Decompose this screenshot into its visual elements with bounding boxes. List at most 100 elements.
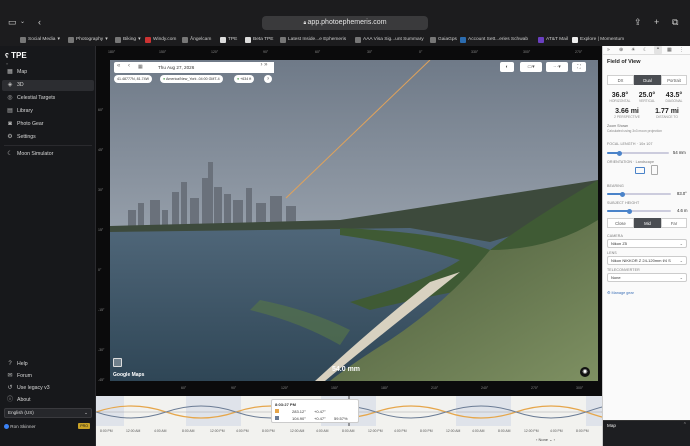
pegman-icon[interactable] [113, 358, 122, 367]
grid-options-icon[interactable]: ⋯▾ [546, 62, 568, 72]
moon-icon[interactable]: ☾ [643, 47, 647, 53]
language-select[interactable]: English (US) ⌄ [4, 408, 92, 418]
chevron-up-icon[interactable]: ⌃ [683, 422, 687, 428]
new-tab-icon[interactable]: + [654, 17, 659, 28]
scene-view[interactable]: « ‹ ▦ Thu Aug 27, 2026 › » 41.48777N, 81… [110, 60, 598, 381]
lens-select[interactable]: Nikon NIKKOR Z 24-120mm f/4 S ⌄ [607, 256, 687, 265]
sidebar-item-library[interactable]: ▤ Library [2, 106, 94, 117]
app-logo[interactable]: ʕ TPE [5, 51, 27, 60]
sidebar-item-legacy[interactable]: ↺ Use legacy v3 [2, 383, 94, 394]
slider-knob[interactable] [617, 150, 622, 156]
collapse-icon[interactable]: « [6, 61, 8, 66]
tab-overview-icon[interactable]: ⧉ [672, 17, 678, 28]
calendar-icon[interactable]: ▦ [138, 64, 143, 70]
bookmark-item[interactable]: Biking ▾ [115, 35, 141, 44]
bookmark-favicon-icon [430, 36, 436, 43]
timezone-pill[interactable]: ● America/New_York -04:00 GMT-4 [160, 75, 223, 83]
timeline[interactable]: 8:03:27 PM 283.12° +0.47° 104.90° +0.47°… [96, 396, 602, 446]
zoom-in-icon[interactable]: › [554, 437, 555, 442]
subject-height-slider[interactable] [607, 208, 671, 214]
chevron-down-icon: ⌄ [679, 275, 683, 280]
sidebar-item-celestial-targets[interactable]: ◎ Celestial Targets [2, 93, 94, 104]
bottom-ruler: 60° 90° 120° 150° 180° 210° 240° 270° 30… [181, 386, 584, 390]
bookmark-item[interactable]: Photography ▾ [68, 35, 108, 44]
bookmark-item[interactable]: TPE [220, 35, 237, 44]
chevron-down-icon[interactable]: ⌄ [20, 17, 25, 28]
bearing-slider[interactable] [607, 191, 671, 197]
gallery-icon[interactable]: ▦ [667, 47, 672, 53]
tab-dx[interactable]: DX [607, 75, 634, 85]
tab-dual[interactable]: Dual [634, 75, 661, 85]
coords-pill[interactable]: 41.48777N, 81.74W [114, 75, 152, 83]
layers-icon[interactable]: ⊕ [619, 47, 623, 53]
bookmark-item[interactable]: Beta TPE [245, 35, 273, 44]
moon-simulator-link[interactable]: ☾ Moon Simulator [2, 149, 94, 160]
share-icon[interactable]: ⇪ [634, 17, 642, 28]
fullscreen-icon[interactable]: ⛶ [572, 62, 586, 72]
bookmark-favicon-icon [572, 36, 578, 43]
focal-length-slider[interactable] [607, 150, 669, 156]
bookmark-item[interactable]: GaiaGps [430, 35, 457, 44]
portrait-orientation-icon[interactable] [651, 165, 658, 175]
step-back-icon[interactable]: ‹ [128, 63, 130, 69]
sidebar-item-3d[interactable]: ◈ 3D [2, 80, 94, 91]
slider-knob[interactable] [627, 208, 632, 214]
bookmark-item[interactable]: Social Media ▾ [20, 35, 60, 44]
landscape-orientation-icon[interactable] [635, 167, 645, 174]
bookmark-favicon-icon [68, 36, 74, 43]
stat-perspective: 3.66 mi 2 PERSPECTIVE [614, 108, 640, 119]
location-dot-icon: ● [163, 77, 166, 81]
range-close-button[interactable]: Close [607, 218, 634, 228]
target-icon: ◎ [7, 95, 13, 101]
elevation-pill[interactable]: ● +634 ft [234, 75, 255, 83]
elevation-help-icon[interactable]: ? [264, 75, 272, 83]
collapse-panel-icon[interactable]: » [607, 47, 610, 53]
zoom-select[interactable]: ‹ None ⌄ › [536, 437, 555, 442]
skip-forward-icon[interactable]: » [262, 62, 267, 68]
tab-portrait[interactable]: Portrait [661, 75, 687, 85]
date-field[interactable]: Thu Aug 27, 2026 [158, 65, 194, 70]
layers-icon[interactable]: ◐ [500, 62, 514, 72]
subject-height-label: SUBJECT HEIGHT [607, 201, 640, 205]
sidebar-item-forum[interactable]: ✉ Forum [2, 371, 94, 382]
back-icon[interactable]: ‹ [38, 17, 41, 28]
teleconverter-select[interactable]: None ⌄ [607, 273, 687, 282]
range-far-button[interactable]: Far [661, 218, 687, 228]
sidebar-item-map[interactable]: ▦ Map [2, 67, 94, 78]
fov-tool-icon[interactable]: ◓ [654, 46, 662, 54]
focal-length-value: 54 mm [673, 150, 686, 155]
view-mode-icon[interactable]: ▭▾ [520, 62, 542, 72]
address-bar[interactable]: 🔒︎ app.photoephemeris.com [262, 16, 428, 30]
bookmark-item[interactable]: Ångelcam [182, 35, 211, 44]
bookmark-item[interactable]: Latest Inside...e Ephemeris [280, 35, 346, 44]
camera-select[interactable]: Nikon Z5 ⌄ [607, 239, 687, 248]
forum-icon: ✉ [7, 373, 13, 379]
user-row[interactable]: Ron Skinner PRO [4, 422, 92, 431]
timeline-axis: 8:00 PM 12:00 AM 4:00 AM 8:00 AM 12:00 P… [100, 429, 589, 433]
sidebar-item-photo-gear[interactable]: ◙ Photo Gear [2, 119, 94, 130]
sidebar-toggle-icon[interactable]: ▭ [8, 17, 17, 28]
bookmark-item[interactable]: Windy.com [145, 35, 176, 44]
sidebar-item-settings[interactable]: ⚙ Settings [2, 132, 94, 143]
more-icon[interactable]: ⋮ [679, 47, 684, 53]
mini-map-label: Map [607, 423, 616, 428]
sun-icon[interactable]: ☀ [631, 47, 635, 53]
bookmark-item[interactable]: AAA Visa Sig...unt Summary [355, 35, 424, 44]
skip-back-icon[interactable]: « [117, 63, 120, 69]
range-mid-button[interactable]: Mid [634, 218, 661, 228]
camera-capture-icon[interactable]: ◉ [580, 367, 590, 377]
mini-map-panel[interactable]: Map ⌃ [603, 420, 690, 446]
map-icon: ▦ [7, 69, 13, 75]
sidebar-item-help[interactable]: ? Help [2, 359, 94, 370]
zoom-shown-text: Zoom Shown [607, 124, 629, 128]
bookmark-favicon-icon [460, 36, 466, 43]
manage-gear-link[interactable]: ⚙ Manage gear [607, 290, 634, 295]
bookmark-favicon-icon [245, 36, 251, 43]
date-controls: « ‹ ▦ Thu Aug 27, 2026 [114, 62, 264, 73]
bookmark-item[interactable]: Account Sett...eries Schwab [460, 35, 528, 44]
bookmark-favicon-icon [280, 36, 286, 43]
bookmark-item[interactable]: AT&T Mail [538, 35, 568, 44]
bookmark-item[interactable]: Explore | Momentum [572, 35, 624, 44]
sidebar-item-about[interactable]: ⓘ About [2, 395, 94, 406]
slider-knob[interactable] [620, 191, 625, 197]
